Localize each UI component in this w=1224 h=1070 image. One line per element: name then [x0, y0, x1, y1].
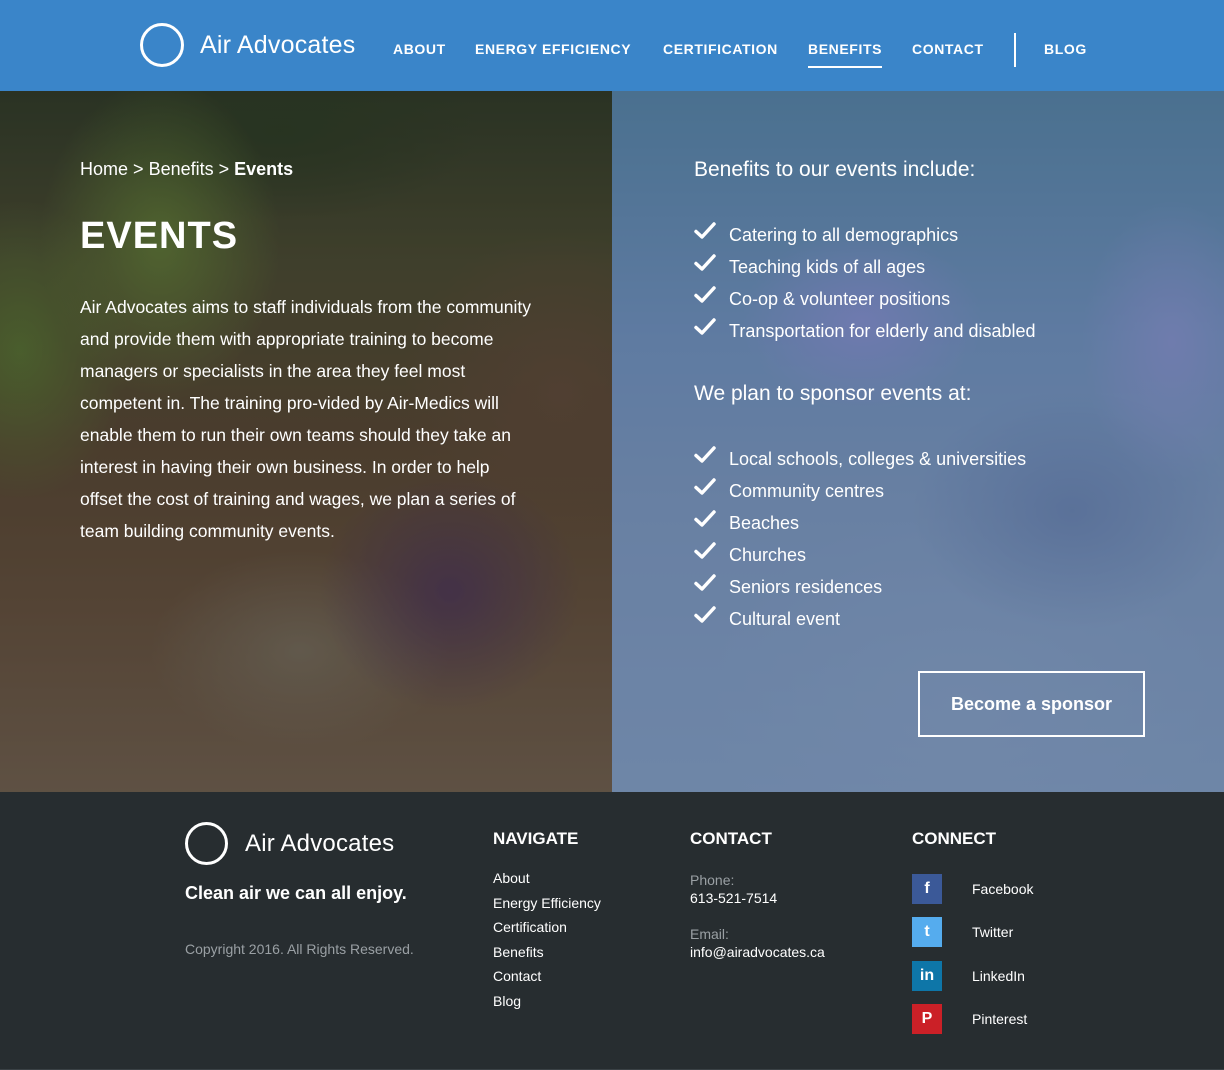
- footer-nav: About Energy Efficiency Certification Be…: [493, 870, 601, 1018]
- pinterest-icon: P: [912, 1004, 942, 1034]
- benefits-list: Catering to all demographics Teaching ki…: [694, 219, 1036, 347]
- phone-number[interactable]: 613-521-7514: [690, 890, 777, 906]
- checkmark-icon: [694, 318, 716, 335]
- checkmark-icon: [694, 574, 716, 591]
- breadcrumb-current: Events: [234, 159, 294, 179]
- social-twitter[interactable]: t Twitter: [912, 917, 1013, 947]
- footer-brand-name: Air Advocates: [245, 829, 395, 857]
- sponsor-place-text: Local schools, colleges & universities: [729, 448, 1027, 469]
- list-item: Catering to all demographics: [694, 219, 1036, 251]
- social-pinterest[interactable]: P Pinterest: [912, 1004, 1027, 1034]
- sponsor-place-text: Cultural event: [729, 608, 841, 629]
- nav-energy-efficiency[interactable]: ENERGY EFFICIENCY: [475, 41, 631, 57]
- checkmark-icon: [694, 222, 716, 239]
- checkmark-icon: [694, 478, 716, 495]
- list-item: Teaching kids of all ages: [694, 251, 1036, 283]
- benefit-text: Transportation for elderly and disabled: [729, 320, 1036, 341]
- footer-link-contact[interactable]: Contact: [493, 968, 601, 993]
- list-item: Cultural event: [694, 603, 1026, 635]
- footer-link-about[interactable]: About: [493, 870, 601, 895]
- benefit-text: Teaching kids of all ages: [729, 256, 926, 277]
- logo-circle-icon: [140, 23, 184, 67]
- checkmark-icon: [694, 510, 716, 527]
- breadcrumb-home[interactable]: Home: [80, 159, 128, 179]
- footer-logo[interactable]: Air Advocates: [185, 822, 394, 865]
- list-item: Churches: [694, 539, 1026, 571]
- social-label: Twitter: [972, 924, 1014, 940]
- sponsor-place-text: Churches: [729, 544, 807, 565]
- twitter-icon: t: [912, 917, 942, 947]
- list-item: Beaches: [694, 507, 1026, 539]
- list-item: Co-op & volunteer positions: [694, 283, 1036, 315]
- social-linkedin[interactable]: in LinkedIn: [912, 961, 1025, 991]
- site-header: Air Advocates ABOUT ENERGY EFFICIENCY CE…: [0, 0, 1224, 91]
- become-sponsor-button[interactable]: Become a sponsor: [918, 671, 1145, 737]
- footer-link-blog[interactable]: Blog: [493, 993, 601, 1018]
- logo-circle-icon: [185, 822, 228, 865]
- social-facebook[interactable]: f Facebook: [912, 874, 1033, 904]
- facebook-icon: f: [912, 874, 942, 904]
- social-label: LinkedIn: [972, 968, 1025, 984]
- site-footer: Air Advocates Clean air we can all enjoy…: [0, 792, 1224, 1070]
- benefits-heading: Benefits to our events include:: [694, 158, 976, 181]
- checkmark-icon: [694, 606, 716, 623]
- page-title: EVENTS: [80, 215, 239, 257]
- checkmark-icon: [694, 542, 716, 559]
- benefit-text: Catering to all demographics: [729, 224, 959, 245]
- nav-about[interactable]: ABOUT: [393, 41, 446, 57]
- breadcrumb-separator: >: [218, 159, 230, 179]
- copyright-text: Copyright 2016. All Rights Reserved.: [185, 941, 414, 957]
- nav-benefits[interactable]: BENEFITS: [808, 41, 883, 68]
- intro-paragraph: Air Advocates aims to staff individuals …: [80, 297, 531, 541]
- footer-link-certification[interactable]: Certification: [493, 919, 601, 944]
- list-item: Transportation for elderly and disabled: [694, 315, 1036, 347]
- sponsor-list: Local schools, colleges & universities C…: [694, 443, 1026, 635]
- navigate-heading: NAVIGATE: [493, 829, 579, 848]
- checkmark-icon: [694, 286, 716, 303]
- list-item: Seniors residences: [694, 571, 1026, 603]
- nav-certification[interactable]: CERTIFICATION: [663, 41, 778, 57]
- email-label: Email:: [690, 926, 729, 942]
- header-logo[interactable]: Air Advocates: [140, 23, 355, 67]
- benefit-text: Co-op & volunteer positions: [729, 288, 951, 309]
- sponsor-place-text: Community centres: [729, 480, 885, 501]
- footer-link-energy-efficiency[interactable]: Energy Efficiency: [493, 895, 601, 920]
- hero-section: Home > Benefits > Events EVENTS Air Advo…: [0, 91, 1224, 792]
- checkmark-icon: [694, 254, 716, 271]
- linkedin-icon: in: [912, 961, 942, 991]
- sponsor-place-text: Beaches: [729, 512, 800, 533]
- sponsor-place-text: Seniors residences: [729, 576, 883, 597]
- sponsor-heading: We plan to sponsor events at:: [694, 382, 972, 405]
- brand-name: Air Advocates: [200, 30, 356, 59]
- footer-link-benefits[interactable]: Benefits: [493, 944, 601, 969]
- footer-tagline: Clean air we can all enjoy.: [185, 883, 407, 903]
- breadcrumb-benefits[interactable]: Benefits: [149, 159, 214, 179]
- connect-heading: CONNECT: [912, 829, 997, 848]
- breadcrumb: Home > Benefits > Events: [80, 159, 293, 180]
- list-item: Community centres: [694, 475, 1026, 507]
- social-label: Pinterest: [972, 1011, 1028, 1027]
- nav-blog[interactable]: BLOG: [1044, 41, 1087, 57]
- breadcrumb-separator: >: [133, 159, 144, 179]
- phone-label: Phone:: [690, 872, 735, 888]
- nav-divider: [1014, 33, 1016, 67]
- list-item: Local schools, colleges & universities: [694, 443, 1026, 475]
- contact-heading: CONTACT: [690, 829, 772, 848]
- nav-contact[interactable]: CONTACT: [912, 41, 984, 57]
- email-address[interactable]: info@airadvocates.ca: [690, 944, 825, 960]
- checkmark-icon: [694, 446, 716, 463]
- social-label: Facebook: [972, 881, 1034, 897]
